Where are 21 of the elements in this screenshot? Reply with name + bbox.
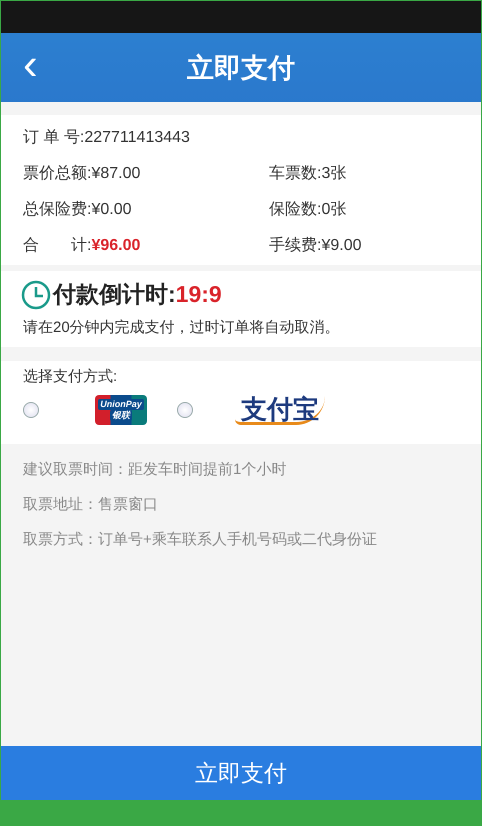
payment-label: 选择支付方式: [23,367,118,386]
back-icon[interactable]: ‹ [23,43,38,87]
pay-now-button[interactable]: 立即支付 [1,746,481,800]
radio-button[interactable] [23,402,39,418]
clock-icon [21,280,51,310]
count-text: 车票数:3张 [269,164,346,184]
count-text: 手续费:¥9.00 [269,236,362,256]
page-title: 立即支付 [187,52,295,84]
pickup-info: 建议取票时间：距发车时间提前1个小时 [23,460,288,480]
countdown-text: 付款倒计时:19:9 [53,280,222,309]
amount-text: 总保险费:¥0.00 [23,200,132,220]
radio-button[interactable] [177,402,193,418]
pickup-info: 取票地址：售票窗口 [23,495,159,515]
alipay-logo[interactable]: 支付宝 [235,396,325,424]
count-text: 保险数:0张 [269,200,346,220]
pickup-info: 取票方式：订单号+乘车联系人手机号码或二代身份证 [23,530,378,550]
timeout-notice: 请在20分钟内完成支付，过时订单将自动取消。 [22,318,341,338]
amount-text: 合 计:¥96.00 [23,236,142,256]
amount-text: 票价总额:¥87.00 [23,164,142,184]
order-number: 订 单 号:227711413443 [23,128,190,148]
unionpay-logo[interactable]: UnionPay 银联 [95,395,147,425]
